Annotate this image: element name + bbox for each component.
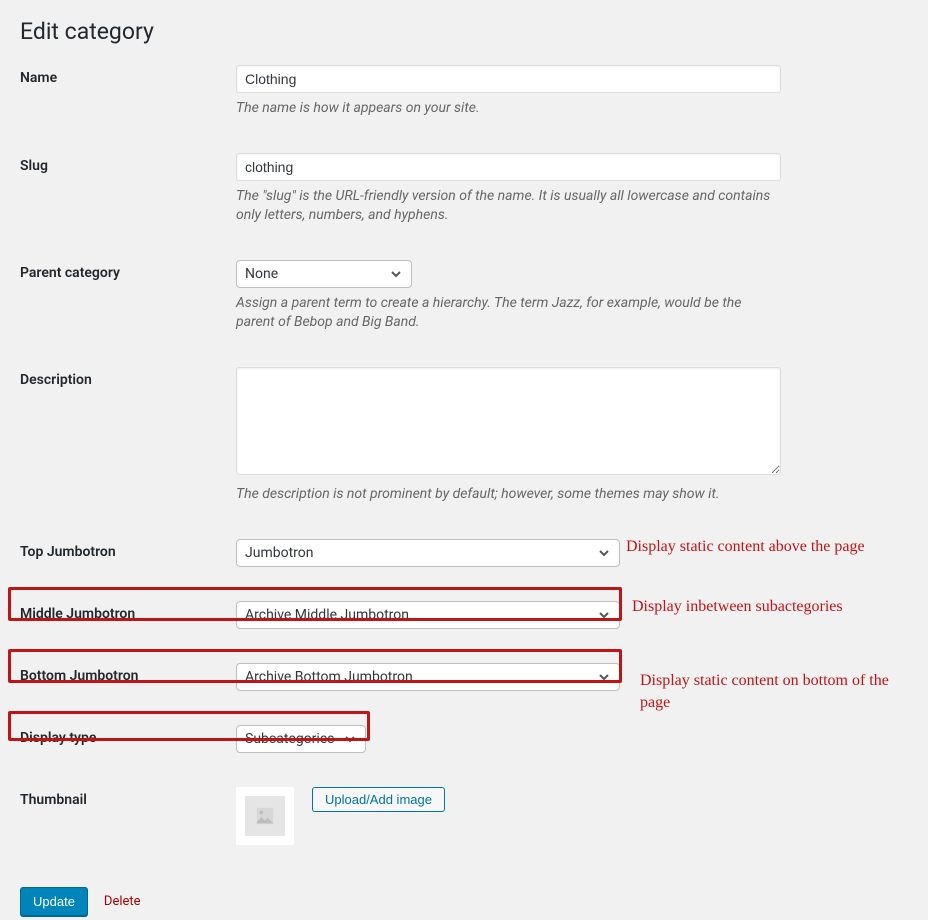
- description-help: The description is not prominent by defa…: [236, 485, 781, 505]
- annotation-top: Display static content above the page: [626, 536, 865, 558]
- row-thumbnail: Thumbnail Upload/Add image: [20, 787, 908, 845]
- row-name: Name The name is how it appears on your …: [20, 65, 908, 119]
- row-parent: Parent category None Assign a parent ter…: [20, 260, 908, 333]
- label-top-jumbotron: Top Jumbotron: [20, 539, 236, 560]
- placeholder-image-icon: [245, 796, 285, 836]
- label-description: Description: [20, 367, 236, 388]
- label-parent: Parent category: [20, 260, 236, 281]
- display-type-select[interactable]: Subcategories: [236, 725, 366, 753]
- annotation-bottom: Display static content on bottom of the …: [640, 670, 900, 713]
- label-display-type: Display type: [20, 725, 236, 746]
- label-thumbnail: Thumbnail: [20, 787, 236, 808]
- parent-select[interactable]: None: [236, 260, 412, 288]
- top-jumbotron-select[interactable]: Jumbotron: [236, 539, 620, 567]
- chevron-down-icon: [597, 608, 611, 622]
- bottom-jumbotron-select[interactable]: Archive Bottom Jumbotron: [236, 663, 620, 691]
- upload-image-button[interactable]: Upload/Add image: [312, 787, 445, 812]
- page-title: Edit category: [20, 0, 908, 65]
- label-bottom-jumbotron: Bottom Jumbotron: [20, 663, 236, 684]
- row-slug: Slug The "slug" is the URL-friendly vers…: [20, 153, 908, 226]
- name-input[interactable]: [236, 65, 781, 93]
- chevron-down-icon: [597, 670, 611, 684]
- top-jumbotron-value: Jumbotron: [245, 545, 313, 561]
- label-middle-jumbotron: Middle Jumbotron: [20, 601, 236, 622]
- chevron-down-icon: [389, 267, 403, 281]
- delete-link[interactable]: Delete: [104, 894, 141, 909]
- annotation-middle: Display inbetween subactegories: [632, 596, 843, 618]
- display-type-value: Subcategories: [245, 731, 334, 747]
- slug-input[interactable]: [236, 153, 781, 181]
- chevron-down-icon: [597, 546, 611, 560]
- parent-help: Assign a parent term to create a hierarc…: [236, 294, 781, 333]
- label-name: Name: [20, 65, 236, 86]
- update-button[interactable]: Update: [20, 887, 88, 916]
- name-help: The name is how it appears on your site.: [236, 99, 781, 119]
- chevron-down-icon: [343, 732, 357, 746]
- row-display-type: Display type Subcategories: [20, 725, 908, 753]
- middle-jumbotron-value: Archive Middle Jumbotron: [245, 607, 409, 623]
- thumbnail-preview: [236, 787, 294, 845]
- row-description: Description The description is not promi…: [20, 367, 908, 505]
- label-slug: Slug: [20, 153, 236, 174]
- bottom-jumbotron-value: Archive Bottom Jumbotron: [245, 669, 413, 685]
- parent-value: None: [245, 266, 278, 282]
- slug-help: The "slug" is the URL-friendly version o…: [236, 187, 781, 226]
- description-textarea[interactable]: [236, 367, 781, 475]
- middle-jumbotron-select[interactable]: Archive Middle Jumbotron: [236, 601, 620, 629]
- form-actions: Update Delete: [20, 887, 908, 916]
